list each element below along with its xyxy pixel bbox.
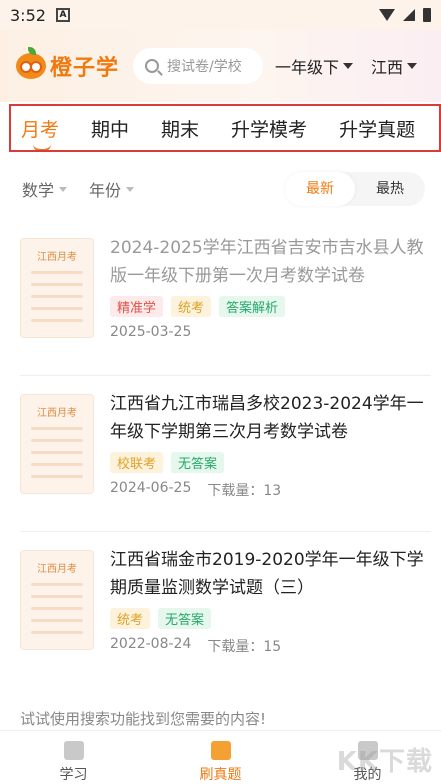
- tag: 答案解析: [219, 296, 286, 317]
- paper-downloads: 下载量：15: [207, 639, 282, 655]
- search-icon: [145, 59, 160, 73]
- sort-latest-button[interactable]: 最新: [285, 172, 355, 206]
- grade-label: 一年级下: [275, 58, 340, 77]
- tag: 无答案: [158, 608, 212, 629]
- paper-thumbnail: 江西月考: [20, 238, 94, 338]
- search-placeholder: 搜试卷/学校: [167, 59, 242, 75]
- nav-practice-label: 刷真题: [199, 767, 242, 783]
- nav-study-label: 学习: [59, 767, 88, 783]
- thumbnail-label: 江西月考: [37, 252, 77, 263]
- subject-filter-label: 数学: [22, 181, 55, 200]
- caret-down-icon: [59, 186, 68, 192]
- battery-icon: [423, 8, 431, 22]
- tag: 校联考: [110, 452, 164, 473]
- grade-selector[interactable]: 一年级下: [275, 54, 354, 78]
- papers-icon: [210, 741, 231, 760]
- paper-list-item[interactable]: 江西月考 江西省瑞金市2019-2020学年一年级下学期质量监测数学试题（三） …: [0, 538, 441, 688]
- caret-down-icon: [126, 186, 135, 192]
- paper-title: 江西省瑞金市2019-2020学年一年级下学期质量监测数学试题（三）: [110, 550, 424, 598]
- sort-hottest-button[interactable]: 最热: [355, 172, 425, 206]
- year-filter[interactable]: 年份: [89, 177, 135, 201]
- app-logo: 橙子学: [16, 47, 120, 82]
- logo-text: 橙子学: [50, 56, 120, 81]
- tab-real-entrance[interactable]: 升学真题: [339, 115, 415, 142]
- tag: 统考: [171, 296, 212, 317]
- thumbnail-label: 江西月考: [37, 564, 77, 575]
- exam-type-tabs: 月考 期中 期末 升学模考 升学真题: [9, 104, 441, 152]
- tab-mock-entrance[interactable]: 升学模考: [231, 115, 307, 142]
- tag-list: 精准学 统考 答案解析: [110, 296, 286, 317]
- year-filter-label: 年份: [89, 181, 122, 200]
- divider: [20, 375, 431, 376]
- paper-meta: 2024-06-25 下载量：13: [110, 480, 281, 500]
- paper-title: 2024-2025学年江西省吉安市吉水县人教版一年级下册第一次月考数学试卷: [110, 238, 424, 286]
- book-icon: [63, 741, 84, 760]
- paper-thumbnail: 江西月考: [20, 394, 94, 494]
- tab-final[interactable]: 期末: [161, 115, 199, 142]
- paper-downloads: 下载量：13: [207, 483, 282, 499]
- region-selector[interactable]: 江西: [371, 54, 418, 78]
- sort-toggle: 最新 最热: [285, 172, 425, 206]
- wifi-icon: [379, 9, 395, 21]
- thumbnail-label: 江西月考: [37, 408, 77, 419]
- nav-study[interactable]: 学习: [0, 731, 147, 784]
- watermark: KK下载: [336, 747, 433, 777]
- paper-date: 2022-08-24: [110, 636, 192, 652]
- tag: 精准学: [110, 296, 164, 317]
- paper-meta: 2022-08-24 下载量：15: [110, 636, 281, 656]
- bottom-nav: 学习 刷真题 我的 KK下载: [0, 730, 441, 784]
- paper-list-item[interactable]: 江西月考 江西省九江市瑞昌多校2023-2024学年一年级下学期第三次月考数学试…: [0, 382, 441, 532]
- paper-thumbnail: 江西月考: [20, 550, 94, 650]
- status-icons: [379, 8, 431, 22]
- tab-midterm[interactable]: 期中: [91, 115, 129, 142]
- region-label: 江西: [371, 58, 404, 77]
- sim-badge-icon: A: [55, 8, 70, 22]
- tag-list: 统考 无答案: [110, 608, 212, 629]
- tag: 统考: [110, 608, 151, 629]
- status-time: 3:52: [10, 5, 46, 25]
- orange-logo-icon: [16, 47, 46, 79]
- paper-list-item[interactable]: 江西月考 2024-2025学年江西省吉安市吉水县人教版一年级下册第一次月考数学…: [0, 226, 441, 376]
- tab-monthly[interactable]: 月考: [21, 115, 59, 150]
- app-header: 橙子学 搜试卷/学校 一年级下 江西: [0, 30, 441, 102]
- signal-icon: [403, 9, 415, 21]
- paper-date: 2025-03-25: [110, 324, 192, 340]
- divider: [20, 531, 431, 532]
- filter-bar: 数学 年份 最新 最热: [0, 172, 441, 206]
- tag-list: 校联考 无答案: [110, 452, 225, 473]
- paper-meta: 2025-03-25: [110, 324, 191, 340]
- search-bar[interactable]: 搜试卷/学校: [133, 48, 264, 84]
- chevron-down-icon: [343, 63, 354, 69]
- subject-filter[interactable]: 数学: [22, 177, 68, 201]
- search-hint: 试试使用搜索功能找到您需要的内容!: [20, 710, 267, 728]
- paper-date: 2024-06-25: [110, 480, 192, 496]
- paper-title: 江西省九江市瑞昌多校2023-2024学年一年级下学期第三次月考数学试卷: [110, 394, 424, 442]
- chevron-down-icon: [407, 63, 418, 69]
- status-bar: 3:52 A: [0, 0, 441, 30]
- tag: 无答案: [171, 452, 225, 473]
- nav-practice[interactable]: 刷真题: [147, 731, 294, 784]
